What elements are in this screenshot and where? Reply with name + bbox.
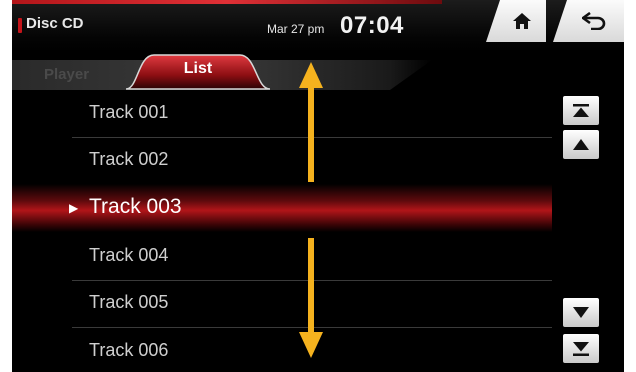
page-up-button[interactable] <box>563 130 599 159</box>
track-label: Track 003 <box>89 195 182 218</box>
arrow-down-icon <box>299 238 323 358</box>
source-indicator <box>18 18 22 33</box>
cd-player-screen: Disc CD Mar 27 pm 07:04 Player List Trac… <box>12 0 624 372</box>
date-text: Mar 27 pm <box>267 22 325 36</box>
track-label: Track 005 <box>89 292 169 312</box>
track-row-selected[interactable]: ▶ Track 003 <box>12 184 552 232</box>
skip-to-top-icon <box>573 103 589 117</box>
header-accent-line <box>12 0 442 4</box>
home-button[interactable] <box>486 0 546 42</box>
back-button[interactable] <box>553 0 624 42</box>
track-row[interactable]: Track 004 <box>12 233 552 281</box>
page-down-button[interactable] <box>563 298 599 327</box>
triangle-down-icon <box>573 307 589 318</box>
triangle-up-icon <box>573 139 589 150</box>
track-row[interactable]: Track 001 <box>12 90 552 138</box>
source-title: Disc CD <box>26 15 84 32</box>
tab-list-label: List <box>183 60 213 77</box>
track-label: Track 002 <box>89 149 169 169</box>
arrow-up-icon <box>299 62 323 182</box>
track-row[interactable]: Track 005 <box>12 280 552 328</box>
tab-list[interactable]: List <box>124 52 272 90</box>
now-playing-icon: ▶ <box>69 201 79 215</box>
track-row[interactable]: Track 006 <box>12 328 552 372</box>
clock-text: 07:04 <box>340 12 404 39</box>
track-label: Track 001 <box>89 102 169 122</box>
track-label: Track 006 <box>89 340 169 360</box>
skip-to-bottom-icon <box>573 341 589 356</box>
header-bar: Disc CD Mar 27 pm 07:04 <box>12 0 624 52</box>
back-arrow-icon <box>581 12 605 30</box>
scroll-to-bottom-button[interactable] <box>563 334 599 363</box>
scroll-direction-arrows <box>299 62 323 358</box>
tab-player[interactable]: Player <box>44 66 89 83</box>
track-list: Track 001 Track 002 ▶ Track 003 Track 00… <box>12 90 552 372</box>
track-label: Track 004 <box>89 245 169 265</box>
scroll-to-top-button[interactable] <box>563 96 599 125</box>
home-icon <box>513 13 531 29</box>
track-row[interactable]: Track 002 <box>12 137 552 185</box>
